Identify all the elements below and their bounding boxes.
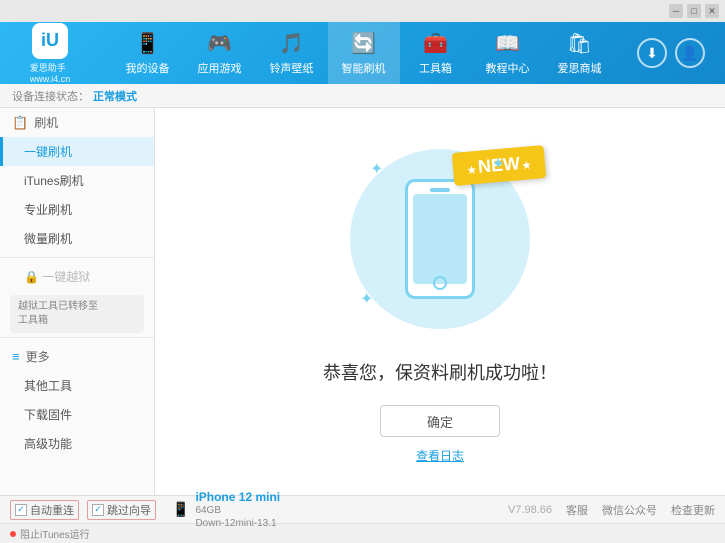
phone-illustration: NEW ✦ ✦ ✦ [340, 139, 540, 339]
device-phone-icon: 📱 [172, 501, 189, 518]
nav-store[interactable]: 🛍 爱思商城 [544, 22, 616, 84]
logo-icon: iU [32, 23, 68, 59]
sidebar-group-more[interactable]: ≡ 更多 [0, 342, 154, 371]
content-area: NEW ✦ ✦ ✦ 恭喜您，保资料刷机成功啦！ 确定 查看日志 [155, 108, 725, 495]
logo-text: 爱思助手www.i4.cn [30, 61, 71, 84]
download-button[interactable]: ⬇ [637, 38, 667, 68]
sidebar-item-other-label: 其他工具 [24, 379, 72, 393]
bottom-left: ✓ 自动重连 ✓ 跳过向导 📱 iPhone 12 mini 64GB Down… [10, 490, 508, 530]
close-button[interactable]: ✕ [705, 4, 719, 18]
version-label: V7.98.66 [508, 504, 552, 516]
sidebar-item-micro-label: 微量刷机 [24, 232, 72, 246]
titlebar: ─ □ ✕ [0, 0, 725, 22]
device-name: iPhone 12 mini [195, 490, 280, 504]
skip-wizard-checkbox[interactable]: ✓ 跳过向导 [87, 500, 156, 520]
sidebar-item-onekey-label: 一键刷机 [24, 145, 72, 159]
nav-my-device[interactable]: 📱 我的设备 [112, 22, 184, 84]
nav-app-game-label: 应用游戏 [198, 60, 242, 76]
nav-tutorial[interactable]: 📖 教程中心 [472, 22, 544, 84]
nav-ringtone[interactable]: 🎵 铃声壁纸 [256, 22, 328, 84]
sidebar-item-itunes-label: iTunes刷机 [24, 174, 84, 188]
sidebar-item-firmware-label: 下载固件 [24, 408, 72, 422]
check-update-link[interactable]: 检查更新 [671, 502, 715, 518]
main: 📋 刷机 一键刷机 iTunes刷机 专业刷机 微量刷机 🔒 一键越狱 越狱工具… [0, 108, 725, 495]
maximize-button[interactable]: □ [687, 4, 701, 18]
sidebar-group-flash-label: 刷机 [34, 114, 58, 131]
customer-service-link[interactable]: 客服 [566, 502, 588, 518]
nav-my-device-label: 我的设备 [126, 60, 170, 76]
phone-home-button [433, 276, 447, 290]
nav-right: ⬇ 👤 [637, 38, 715, 68]
minimize-button[interactable]: ─ [669, 4, 683, 18]
phone-speaker [430, 188, 450, 192]
smart-flash-icon: 🔄 [351, 31, 376, 56]
bottom-right: V7.98.66 客服 微信公众号 检查更新 [508, 502, 715, 518]
sidebar-item-pro-label: 专业刷机 [24, 203, 72, 217]
wechat-link[interactable]: 微信公众号 [602, 502, 657, 518]
sidebar-item-onekey-flash[interactable]: 一键刷机 [0, 137, 154, 166]
sidebar-item-advanced[interactable]: 高级功能 [0, 429, 154, 458]
device-model: Down-12mini-13.1 [195, 517, 280, 530]
ringtone-icon: 🎵 [279, 31, 304, 56]
sparkle-icon-1: ✦ [370, 159, 383, 179]
sidebar-item-jailbreak-icon: 🔒 [24, 270, 42, 284]
logo: iU 爱思助手www.i4.cn [10, 23, 90, 84]
device-info: 📱 iPhone 12 mini 64GB Down-12mini-13.1 [172, 490, 280, 530]
flash-group-icon: 📋 [12, 115, 28, 131]
app-game-icon: 🎮 [207, 31, 232, 56]
auto-reconnect-checkbox[interactable]: ✓ 自动重连 [10, 500, 79, 520]
sparkle-icon-3: ✦ [360, 289, 373, 309]
nav-smart-flash[interactable]: 🔄 智能刷机 [328, 22, 400, 84]
sidebar-item-jailbreak-label: 一键越狱 [42, 270, 90, 284]
itunes-status-label: 阻止iTunes运行 [20, 526, 90, 541]
confirm-button[interactable]: 确定 [380, 405, 500, 437]
nav-tutorial-label: 教程中心 [486, 60, 530, 76]
skip-wizard-check-icon: ✓ [92, 504, 104, 516]
success-message: 恭喜您，保资料刷机成功啦！ [323, 359, 557, 385]
sidebar-divider-2 [0, 337, 154, 338]
sidebar-item-download-firmware[interactable]: 下载固件 [0, 400, 154, 429]
statusbar: 设备连接状态： 正常模式 [0, 84, 725, 108]
itunes-status-dot [10, 531, 16, 537]
skip-wizard-label: 跳过向导 [107, 502, 151, 518]
statusbar-value: 正常模式 [93, 88, 137, 104]
store-icon: 🛍 [567, 31, 592, 56]
header: iU 爱思助手www.i4.cn 📱 我的设备 🎮 应用游戏 🎵 铃声壁纸 🔄 … [0, 22, 725, 84]
device-details: 64GB Down-12mini-13.1 [195, 504, 280, 530]
statusbar-label: 设备连接状态： [12, 88, 89, 104]
device-icon: 📱 [135, 31, 160, 56]
sidebar-group-more-label: 更多 [26, 348, 50, 365]
sidebar-item-micro-flash[interactable]: 微量刷机 [0, 224, 154, 253]
auto-reconnect-check-icon: ✓ [15, 504, 27, 516]
nav-ringtone-label: 铃声壁纸 [270, 60, 314, 76]
phone-screen [413, 194, 467, 284]
auto-reconnect-label: 自动重连 [30, 502, 74, 518]
nav-toolbox[interactable]: 🧰 工具箱 [400, 22, 472, 84]
sidebar: 📋 刷机 一键刷机 iTunes刷机 专业刷机 微量刷机 🔒 一键越狱 越狱工具… [0, 108, 155, 495]
sidebar-group-flash[interactable]: 📋 刷机 [0, 108, 154, 137]
nav-toolbox-label: 工具箱 [419, 60, 452, 76]
toolbox-icon: 🧰 [423, 31, 448, 56]
sidebar-item-advanced-label: 高级功能 [24, 437, 72, 451]
nav-smart-flash-label: 智能刷机 [342, 60, 386, 76]
device-details-block: iPhone 12 mini 64GB Down-12mini-13.1 [195, 490, 280, 530]
sidebar-item-itunes-flash[interactable]: iTunes刷机 [0, 166, 154, 195]
nav-app-game[interactable]: 🎮 应用游戏 [184, 22, 256, 84]
sidebar-divider-1 [0, 257, 154, 258]
bottombar: ✓ 自动重连 ✓ 跳过向导 📱 iPhone 12 mini 64GB Down… [0, 495, 725, 523]
view-log-link[interactable]: 查看日志 [416, 447, 464, 464]
nav: 📱 我的设备 🎮 应用游戏 🎵 铃声壁纸 🔄 智能刷机 🧰 工具箱 📖 教程中心… [90, 22, 637, 84]
phone-device [405, 179, 475, 299]
sparkle-icon-2: ✦ [492, 154, 505, 174]
nav-store-label: 爱思商城 [558, 60, 602, 76]
sidebar-item-other-tools[interactable]: 其他工具 [0, 371, 154, 400]
device-storage: 64GB [195, 504, 280, 517]
tutorial-icon: 📖 [495, 31, 520, 56]
more-group-icon: ≡ [12, 349, 20, 364]
user-button[interactable]: 👤 [675, 38, 705, 68]
itunes-status[interactable]: 阻止iTunes运行 [10, 526, 90, 541]
sidebar-jailbreak-notice: 越狱工具已转移至工具箱 [10, 295, 144, 333]
sidebar-item-pro-flash[interactable]: 专业刷机 [0, 195, 154, 224]
sidebar-item-jailbreak: 🔒 一键越狱 [0, 262, 154, 291]
